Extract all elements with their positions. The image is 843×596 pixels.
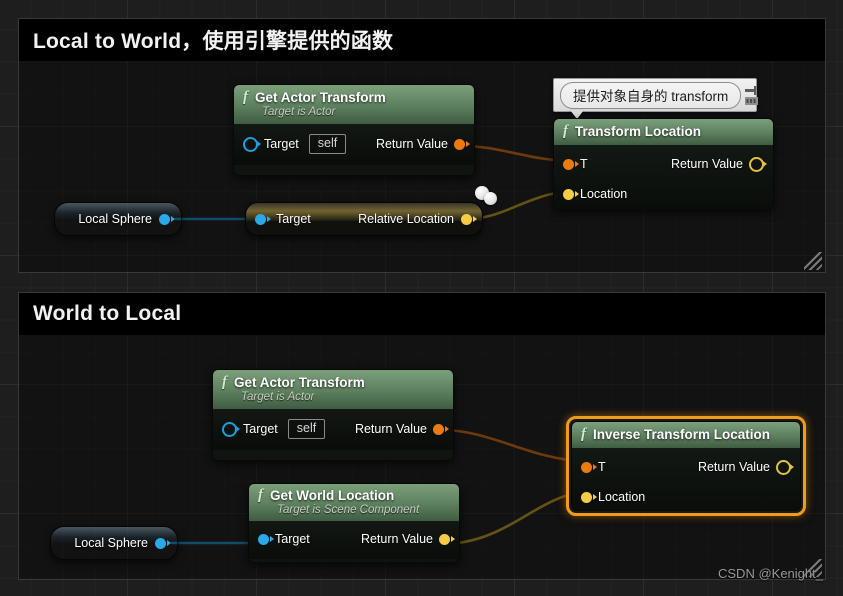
node-get-actor-transform-1[interactable]: f Get Actor Transform Target is Actor Ta… — [233, 84, 475, 176]
comment-title-bar[interactable]: World to Local — [19, 293, 825, 335]
output-pin-return-value[interactable] — [439, 533, 450, 545]
node-body: T Return Value Location — [554, 145, 773, 209]
function-icon: f — [563, 123, 568, 139]
function-icon: f — [222, 374, 227, 390]
node-get-actor-transform-2[interactable]: f Get Actor Transform Target is Actor Ta… — [212, 369, 454, 461]
comment-bubble[interactable]: 提供对象自身的 transform — [553, 78, 759, 119]
node-title: Transform Location — [575, 124, 702, 139]
output-pin-return-value[interactable] — [433, 423, 444, 435]
input-pin-target[interactable] — [222, 421, 237, 437]
function-icon: f — [243, 89, 248, 105]
blueprint-canvas[interactable]: Local to World，使用引擎提供的函数 World to Local … — [0, 0, 843, 596]
pin-label-target: Target — [275, 532, 310, 546]
node-subtitle: Target is Actor — [262, 106, 336, 118]
node-inverse-transform-location[interactable]: f Inverse Transform Location T Return Va… — [566, 416, 806, 516]
node-body: Target self Return Value — [213, 409, 453, 450]
output-pin-return-value[interactable] — [749, 156, 764, 172]
variable-label: Local Sphere — [78, 212, 152, 226]
comment-title: World to Local — [33, 302, 182, 325]
node-local-sphere-2[interactable]: Local Sphere — [50, 526, 178, 560]
node-body: Target self Return Value — [234, 124, 474, 165]
output-pin-return-value[interactable] — [776, 459, 791, 475]
node-transform-location[interactable]: f Transform Location T Return Value Loca… — [553, 118, 774, 210]
pin-label-return-value: Return Value — [670, 157, 743, 171]
node-title: Inverse Transform Location — [593, 427, 771, 442]
comment-title: Local to World，使用引擎提供的函数 — [33, 30, 394, 53]
node-subtitle: Target is Actor — [241, 391, 315, 403]
pin-label-target: Target — [264, 137, 299, 151]
comment-bubble-text: 提供对象自身的 transform — [560, 81, 742, 109]
output-pin-local-sphere[interactable] — [155, 537, 166, 549]
pin-label-target: Target — [243, 422, 278, 436]
cursor-indicator — [475, 186, 505, 210]
node-header[interactable]: f Get Actor Transform Target is Actor — [234, 85, 474, 124]
node-header[interactable]: f Get Actor Transform Target is Actor — [213, 370, 453, 409]
pin-icon[interactable] — [745, 85, 759, 105]
node-body: Target Return Value — [249, 521, 459, 559]
pin-label-location: Location — [580, 187, 628, 201]
function-icon: f — [581, 426, 586, 442]
pin-label-return-value: Return Value — [360, 532, 433, 546]
node-header[interactable]: f Inverse Transform Location — [572, 422, 800, 448]
variable-label: Local Sphere — [74, 536, 148, 550]
input-pin-target[interactable] — [243, 136, 258, 152]
node-header[interactable]: f Transform Location — [554, 119, 773, 145]
output-pin-local-sphere[interactable] — [159, 213, 170, 225]
pin-label-target: Target — [276, 212, 311, 226]
function-icon: f — [258, 487, 263, 503]
pin-label-return-value: Return Value — [375, 137, 448, 151]
pin-label-return-value: Return Value — [354, 422, 427, 436]
input-pin-target[interactable] — [258, 533, 269, 545]
input-pin-location[interactable] — [581, 491, 592, 503]
node-get-world-location[interactable]: f Get World Location Target is Scene Com… — [248, 483, 460, 563]
node-local-sphere-1[interactable]: Local Sphere — [54, 202, 182, 236]
resize-grip-icon[interactable] — [804, 252, 822, 270]
pin-icon-base — [745, 96, 759, 105]
watermark: CSDN @Kenight_ — [718, 566, 823, 581]
target-self-field[interactable]: self — [308, 134, 347, 154]
node-title: Get World Location — [270, 488, 395, 503]
target-self-field[interactable]: self — [287, 419, 326, 439]
pin-label-relative-location: Relative Location — [358, 212, 454, 226]
input-pin-target[interactable] — [255, 213, 266, 225]
node-header[interactable]: f Get World Location Target is Scene Com… — [249, 484, 459, 521]
input-pin-t[interactable] — [563, 158, 574, 170]
input-pin-location[interactable] — [563, 188, 574, 200]
pin-label-t: T — [580, 157, 588, 171]
node-relative-location[interactable]: Target Relative Location — [245, 202, 483, 236]
pin-label-t: T — [598, 460, 606, 474]
node-title: Get Actor Transform — [255, 90, 386, 105]
node-title: Get Actor Transform — [234, 375, 365, 390]
pin-icon-glyph — [745, 85, 757, 95]
output-pin-return-value[interactable] — [454, 138, 465, 150]
pin-label-location: Location — [598, 490, 646, 504]
node-subtitle: Target is Scene Component — [277, 504, 420, 516]
input-pin-t[interactable] — [581, 461, 592, 473]
node-body: T Return Value Location — [572, 448, 800, 510]
comment-title-bar[interactable]: Local to World，使用引擎提供的函数 — [19, 19, 825, 61]
pin-label-return-value: Return Value — [697, 460, 770, 474]
output-pin-relative-location[interactable] — [461, 213, 472, 225]
